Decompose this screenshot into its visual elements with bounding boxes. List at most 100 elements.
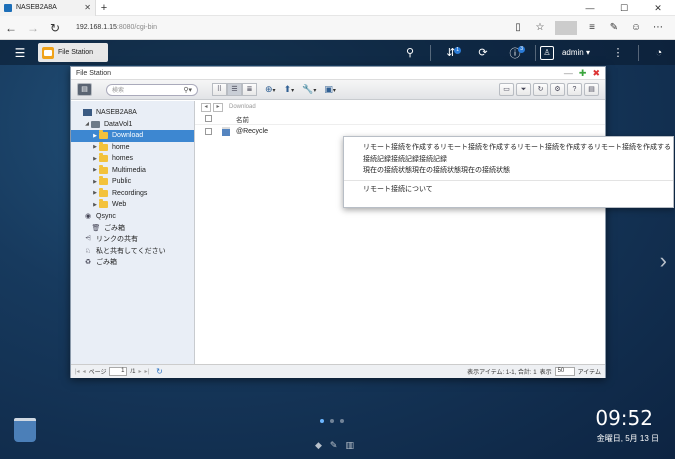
toggle-sidebar-button[interactable]: ▤ <box>77 83 92 96</box>
maximize-icon[interactable]: ✚ <box>579 68 587 79</box>
thumbnail-view-button[interactable]: ⠿ <box>212 83 227 96</box>
page-dot[interactable] <box>330 419 334 423</box>
menu-item-create-remote[interactable]: リモート接続を作成するリモート接続を作成するリモート接続を作成するリモート接続を… <box>344 142 673 154</box>
tree-item[interactable]: ♘ 私と共有してください <box>71 245 194 257</box>
dock-icon-3[interactable]: ▥ <box>345 440 354 451</box>
background-tasks-icon[interactable]: ⇵ 1 <box>435 46 467 59</box>
tree-caret-icon[interactable]: ▶ <box>91 202 99 208</box>
tree-item[interactable]: ♻ ごみ箱 <box>71 257 194 269</box>
menu-item-connection-status[interactable]: 現在の接続状態現在の接続状態現在の接続状態 <box>344 165 673 177</box>
hub-icon[interactable]: ≡ <box>581 22 603 33</box>
window-minimize-button[interactable]: — <box>573 0 607 16</box>
refresh-icon[interactable]: ↻ <box>156 367 163 376</box>
tree-caret-icon[interactable]: ▶ <box>91 144 99 150</box>
file-name: @Recycle <box>236 128 269 135</box>
tree-item[interactable]: ▶ Web <box>71 199 194 211</box>
tree-item[interactable]: ▶ home <box>71 141 194 154</box>
search-input[interactable]: 検索 ⚲▾ <box>106 83 198 96</box>
tree-item-label: home <box>112 143 130 151</box>
window-titlebar[interactable]: File Station — ✚ ✖ <box>71 67 605 79</box>
taskbar-file-station[interactable]: File Station <box>38 43 108 62</box>
prev-page-icon[interactable]: ◂ <box>83 368 86 375</box>
recycle-bin-icon[interactable] <box>14 418 36 442</box>
refresh-icon[interactable]: ↻ <box>44 21 66 35</box>
next-page-arrow-icon[interactable]: › <box>660 248 667 274</box>
create-icon[interactable]: ⊕▾ <box>265 84 276 95</box>
tree-caret-icon[interactable]: ▶ <box>91 190 99 196</box>
storage-icon[interactable]: ▭ <box>499 83 514 96</box>
tree-item[interactable]: ▶ Multimedia <box>71 164 194 177</box>
select-all-checkbox[interactable] <box>205 115 212 122</box>
items-per-page-select[interactable]: 50 <box>554 367 575 376</box>
menu-item-about-remote[interactable]: リモート接続について <box>344 184 673 196</box>
url-field[interactable]: 192.168.1.15:8080/cgi-bin <box>76 24 507 31</box>
browser-tab[interactable]: NASEB2A8A ✕ <box>0 0 96 16</box>
settings-gear-icon[interactable]: ⚙ <box>550 83 565 96</box>
page-dot[interactable] <box>340 419 344 423</box>
refresh-icon[interactable]: ↻ <box>533 83 548 96</box>
folder-icon <box>99 176 108 186</box>
tree-caret-icon[interactable]: ▶ <box>91 156 99 162</box>
forward-icon[interactable]: ▸ <box>213 102 223 112</box>
sync-icon[interactable]: ⟳ <box>467 46 499 59</box>
remote-connection-menu: リモート接続を作成するリモート接続を作成するリモート接続を作成するリモート接続を… <box>343 136 674 208</box>
tree-item[interactable]: ▶ Public <box>71 176 194 188</box>
tree-item[interactable]: ▶ homes <box>71 153 194 165</box>
new-tab-button[interactable]: + <box>96 2 112 14</box>
first-page-icon[interactable]: |◂ <box>75 368 80 375</box>
tree-caret-icon[interactable]: ▶ <box>91 179 99 185</box>
menu-item-connection-log[interactable]: 接続記録接続記録接続記録 <box>344 154 673 166</box>
remote-connection-icon[interactable]: ▣▾ <box>324 84 336 95</box>
tree-caret-icon[interactable]: ◢ <box>83 121 91 127</box>
dock-icon-1[interactable]: ◆ <box>315 440 322 451</box>
notifications-icon[interactable]: ⓘ 3 <box>499 45 531 61</box>
search-icon[interactable]: ⚲▾ <box>183 86 192 94</box>
favorite-star-icon[interactable]: ☆ <box>529 22 551 33</box>
window-maximize-button[interactable]: ☐ <box>607 0 641 16</box>
tree-item-label: 私と共有してください <box>96 247 166 255</box>
tree-caret-icon[interactable]: ▶ <box>91 133 99 139</box>
back-icon[interactable]: ← <box>0 21 22 35</box>
tree-item-label: ごみ箱 <box>96 259 117 267</box>
web-note-icon[interactable]: ✎ <box>603 22 625 33</box>
forward-icon[interactable]: → <box>22 21 44 35</box>
tree-item[interactable]: ▶ Download <box>71 130 194 142</box>
close-tab-icon[interactable]: ✕ <box>84 3 91 12</box>
qsync-icon: ◉ <box>84 213 92 221</box>
next-page-icon[interactable]: ▸ <box>139 368 142 375</box>
tree-item[interactable]: ◉ Qsync <box>71 211 194 223</box>
user-menu[interactable]: admin ▾ <box>562 48 590 57</box>
window-close-button[interactable]: ✕ <box>641 0 675 16</box>
upload-icon[interactable]: ⬆▾ <box>284 84 295 95</box>
tree-item[interactable]: ⩤ リンクの共有 <box>71 234 194 246</box>
close-icon[interactable]: ✖ <box>592 68 600 79</box>
last-page-icon[interactable]: ▸| <box>145 368 150 375</box>
tree-caret-icon[interactable]: ▶ <box>91 167 99 173</box>
more-options-icon[interactable]: ⋮ <box>602 46 634 59</box>
tree-item[interactable]: NASEB2A8A <box>71 107 194 119</box>
view-mode-group: ⠿ ☰ ≣ <box>212 83 257 96</box>
reading-view-icon[interactable]: ▯ <box>507 22 529 33</box>
main-menu-icon[interactable]: ☰ <box>8 46 32 60</box>
list-view-button[interactable]: ☰ <box>227 83 242 96</box>
detail-view-button[interactable]: ≣ <box>242 83 257 96</box>
minimize-icon[interactable]: — <box>564 68 573 79</box>
row-checkbox[interactable] <box>205 128 212 135</box>
page-dot[interactable] <box>320 419 324 423</box>
dock-icon-2[interactable]: ✎ <box>330 440 338 451</box>
more-icon[interactable]: ⋯ <box>647 22 669 33</box>
column-header-name[interactable]: 名前 <box>236 114 249 124</box>
dashboard-icon[interactable]: ◔ <box>643 47 675 59</box>
help-icon[interactable]: ? <box>567 83 582 96</box>
more-icon[interactable]: ▤ <box>584 83 599 96</box>
share-icon[interactable]: ☺ <box>625 22 647 33</box>
tools-icon[interactable]: 🔧▾ <box>302 84 316 95</box>
tree-item[interactable]: ▶ Recordings <box>71 187 194 200</box>
tree-item-label: Download <box>112 132 144 140</box>
tree-item[interactable]: ◢ DataVol1 <box>71 119 194 131</box>
back-icon[interactable]: ◂ <box>201 102 211 112</box>
search-icon[interactable]: ⚲ <box>394 46 426 59</box>
tree-item[interactable]: 🗑 ごみ箱 <box>71 222 194 234</box>
page-input[interactable]: 1 <box>109 367 128 376</box>
filter-icon[interactable]: ⏷ <box>516 83 531 96</box>
